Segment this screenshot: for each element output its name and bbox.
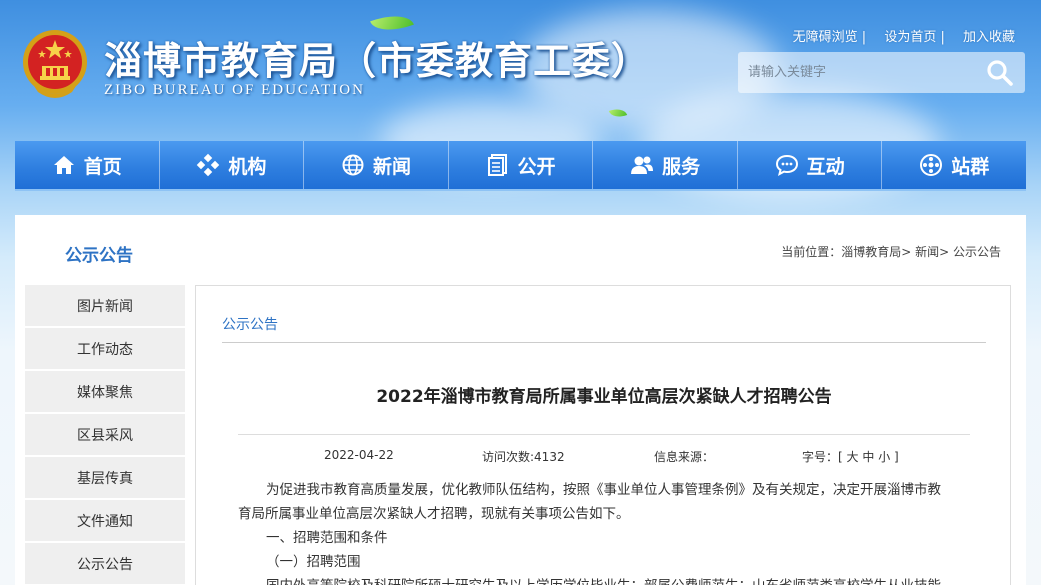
section-header: 公示公告 当前位置：淄博教育局> 新闻> 公示公告 (15, 215, 1026, 285)
article-body: 为促进我市教育高质量发展，优化教师队伍结构，按照《事业单位人事管理条例》及有关规… (238, 478, 970, 585)
visit-count: 访问次数:4132 (482, 450, 565, 464)
main-panel: 公示公告 当前位置：淄博教育局> 新闻> 公示公告 图片新闻 工作动态 媒体聚焦… (15, 215, 1026, 585)
font-size-close: ] (894, 450, 899, 464)
home-icon (53, 156, 74, 174)
search-box (738, 52, 1025, 93)
breadcrumb-home[interactable]: 淄博教育局 (841, 245, 901, 259)
nav-item-public[interactable]: 公开 (449, 141, 594, 189)
nav-item-sites[interactable]: 站群 (882, 141, 1026, 189)
nav-item-news[interactable]: 新闻 (304, 141, 449, 189)
users-icon (631, 156, 654, 174)
breadcrumb-prefix: 当前位置： (781, 245, 842, 259)
article-meta: 2022-04-22 访问次数:4132 信息来源： 字号：[ 大 中 小 ] (196, 448, 1012, 466)
main-nav: 首页 机构 新闻 公开 服务 互动 站群 (15, 141, 1026, 191)
sidebar-item-photo-news[interactable]: 图片新闻 (25, 285, 185, 326)
font-size-control: 字号：[ 大 中 小 ] (802, 448, 899, 465)
nav-label: 服务 (662, 155, 701, 178)
font-size-label: 字号：[ (802, 450, 843, 464)
set-homepage-link[interactable]: 设为首页 | (884, 30, 945, 45)
sidebar-item-work-updates[interactable]: 工作动态 (25, 328, 185, 369)
paragraph: 育局所属事业单位高层次紧缺人才招聘，现就有关事项公告如下。 (238, 506, 630, 522)
section-title: 公示公告 (65, 246, 133, 266)
font-medium-button[interactable]: 中 (862, 450, 874, 464)
paragraph: （一）招聘范围 (266, 554, 361, 570)
publish-date: 2022-04-22 (324, 448, 394, 462)
paragraph: 国内外高等院校及科研院所硕士研究生及以上学历学位毕业生；部属公费师范生；山东省师… (238, 574, 970, 585)
divider (222, 342, 986, 343)
breadcrumb-sep: > (901, 245, 916, 259)
article-panel: 公示公告 2022年淄博市教育局所属事业单位高层次紧缺人才招聘公告 2022-0… (195, 285, 1011, 585)
sidebar-item-district-news[interactable]: 区县采风 (25, 414, 185, 455)
font-small-button[interactable]: 小 (878, 450, 890, 464)
top-links: 无障碍浏览 | 设为首页 | 加入收藏 (779, 26, 1015, 45)
site-group-icon (920, 154, 943, 176)
breadcrumb-sep: > (939, 245, 953, 259)
org-icon (197, 153, 220, 177)
nav-item-org[interactable]: 机构 (160, 141, 305, 189)
breadcrumb-current[interactable]: 公示公告 (953, 245, 1001, 259)
article-category: 公示公告 (222, 317, 278, 333)
globe-icon (342, 154, 364, 176)
paragraph: 为促进我市教育高质量发展，优化教师队伍结构，按照《事业单位人事管理条例》及有关规… (266, 482, 941, 498)
sidebar-item-announcements[interactable]: 公示公告 (25, 543, 185, 584)
nav-label: 新闻 (372, 155, 411, 178)
nav-label: 互动 (806, 155, 845, 178)
paragraph: 一、招聘范围和条件 (266, 530, 388, 546)
document-icon (487, 154, 507, 176)
breadcrumb: 当前位置：淄博教育局> 新闻> 公示公告 (781, 243, 1001, 260)
chat-icon (775, 154, 798, 176)
national-emblem-icon (23, 30, 87, 98)
article-title: 2022年淄博市教育局所属事业单位高层次紧缺人才招聘公告 (376, 387, 832, 407)
breadcrumb-news[interactable]: 新闻 (915, 245, 939, 259)
divider (238, 434, 970, 435)
info-source: 信息来源： (654, 450, 715, 464)
nav-label: 机构 (228, 155, 267, 178)
sidebar-item-media-focus[interactable]: 媒体聚焦 (25, 371, 185, 412)
search-input[interactable] (738, 52, 978, 93)
site-title: 淄博市教育局（市委教育工委） (104, 39, 651, 83)
sidebar-item-file-notices[interactable]: 文件通知 (25, 500, 185, 541)
accessibility-link[interactable]: 无障碍浏览 | (793, 30, 867, 45)
nav-label: 首页 (83, 155, 122, 178)
search-icon[interactable] (985, 58, 1015, 88)
font-large-button[interactable]: 大 (847, 450, 859, 464)
nav-item-home[interactable]: 首页 (15, 141, 160, 189)
sidebar-item-grassroots[interactable]: 基层传真 (25, 457, 185, 498)
site-header: 淄博市教育局（市委教育工委） ZIBO BUREAU OF EDUCATION … (0, 0, 1041, 140)
nav-label: 公开 (517, 155, 556, 178)
nav-item-interact[interactable]: 互动 (738, 141, 883, 189)
nav-item-service[interactable]: 服务 (593, 141, 738, 189)
add-favorite-link[interactable]: 加入收藏 (963, 30, 1015, 45)
site-subtitle: ZIBO BUREAU OF EDUCATION (104, 82, 365, 98)
sidebar: 图片新闻 工作动态 媒体聚焦 区县采风 基层传真 文件通知 公示公告 (25, 285, 185, 585)
nav-label: 站群 (951, 155, 990, 178)
